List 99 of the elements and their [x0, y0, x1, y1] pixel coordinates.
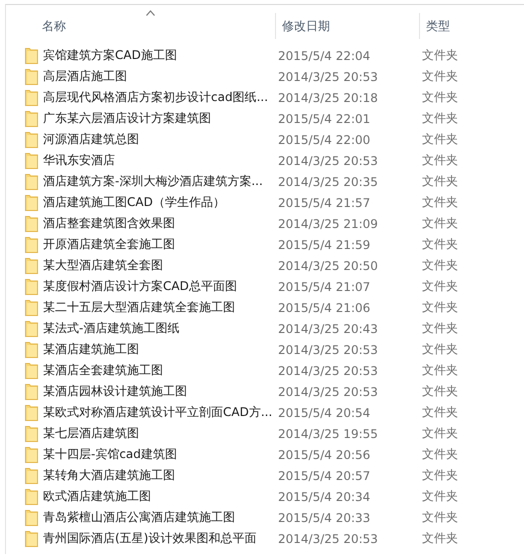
file-name[interactable]: 青岛紫檀山酒店公寓酒店建筑施工图 [43, 509, 278, 526]
file-name[interactable]: 高层现代风格酒店方案初步设计cad图纸... [43, 89, 278, 106]
modified-date: 2015/5/4 21:59 [278, 238, 372, 252]
file-name[interactable]: 某七层酒店建筑图 [43, 425, 278, 442]
folder-icon [25, 257, 38, 274]
modified-date: 2015/5/4 22:00 [278, 132, 372, 146]
modified-date: 2014/3/25 20:53 [278, 342, 379, 356]
file-name[interactable]: 某转角大酒店建筑施工图 [43, 467, 278, 484]
file-type: 文件夹 [422, 110, 458, 127]
modified-date: 2014/3/25 19:55 [278, 426, 379, 440]
file-type: 文件夹 [422, 215, 458, 232]
folder-icon [25, 404, 38, 421]
file-type: 文件夹 [422, 257, 458, 274]
modified-date: 2014/3/25 20:18 [278, 90, 379, 104]
file-name[interactable]: 某二十五层大型酒店建筑全套施工图 [43, 299, 278, 316]
folder-icon [25, 215, 38, 232]
folder-icon [25, 467, 38, 484]
file-type: 文件夹 [422, 383, 458, 400]
file-type: 文件夹 [422, 467, 458, 484]
folder-icon [25, 68, 38, 85]
file-type: 文件夹 [422, 362, 458, 379]
modified-date: 2014/3/25 20:35 [278, 174, 379, 188]
file-type: 文件夹 [422, 173, 458, 190]
file-type: 文件夹 [422, 425, 458, 442]
modified-date: 2015/5/4 21:07 [278, 280, 372, 294]
modified-date: 2014/3/25 20:53 [278, 532, 379, 546]
file-name[interactable]: 青州国际酒店(五星)设计效果图和总平面 [43, 530, 278, 547]
file-name[interactable]: 欧式酒店建筑施工图 [43, 488, 278, 505]
file-name[interactable]: 某度假村酒店设计方案CAD总平面图 [43, 278, 278, 295]
file-type: 文件夹 [422, 488, 458, 505]
folder-icon [25, 299, 38, 316]
file-name[interactable]: 某酒店园林设计建筑施工图 [43, 383, 278, 400]
file-type: 文件夹 [422, 194, 458, 211]
folder-icon [25, 131, 38, 148]
file-name[interactable]: 酒店建筑施工图CAD（学生作品） [43, 194, 278, 211]
folder-icon [25, 425, 38, 442]
file-type: 文件夹 [422, 341, 458, 358]
modified-date: 2014/3/25 20:43 [278, 322, 379, 336]
file-type: 文件夹 [422, 446, 458, 463]
folder-icon [25, 152, 38, 169]
modified-date: 2014/3/25 20:53 [278, 384, 379, 398]
column-header[interactable]: 名称 [42, 18, 66, 34]
folder-icon [25, 47, 38, 64]
folder-icon [25, 488, 38, 505]
modified-date: 2015/5/4 22:04 [278, 48, 372, 62]
folder-icon [25, 509, 38, 526]
modified-date: 2015/5/4 21:57 [278, 196, 372, 210]
modified-date: 2014/3/25 20:50 [278, 258, 379, 272]
modified-date: 2014/3/25 20:53 [278, 70, 379, 84]
file-type: 文件夹 [422, 89, 458, 106]
modified-date: 2014/3/25 21:09 [278, 216, 379, 230]
modified-date: 2015/5/4 20:57 [278, 468, 372, 482]
file-name[interactable]: 酒店建筑方案-深圳大梅沙酒店建筑方案... [43, 173, 278, 190]
folder-icon [25, 236, 38, 253]
folder-icon [25, 383, 38, 400]
file-type: 文件夹 [422, 404, 458, 421]
modified-date: 2015/5/4 22:01 [278, 112, 372, 126]
file-name[interactable]: 华讯东安酒店 [43, 152, 278, 169]
folder-icon [25, 278, 38, 295]
folder-icon [25, 89, 38, 106]
modified-date: 2014/3/25 20:53 [278, 154, 379, 168]
file-type: 文件夹 [422, 68, 458, 85]
file-name[interactable]: 某酒店全套建筑施工图 [43, 362, 278, 379]
file-type: 文件夹 [422, 299, 458, 316]
folder-icon [25, 446, 38, 463]
file-type: 文件夹 [422, 152, 458, 169]
file-name[interactable]: 开原酒店建筑全套施工图 [43, 236, 278, 253]
modified-date: 2015/5/4 20:54 [278, 406, 372, 420]
file-name[interactable]: 宾馆建筑方案CAD施工图 [43, 47, 278, 64]
folder-icon [25, 362, 38, 379]
modified-date: 2015/5/4 20:34 [278, 490, 372, 504]
file-name[interactable]: 某大型酒店建筑全套图 [43, 257, 278, 274]
file-type: 文件夹 [422, 530, 458, 547]
folder-icon [25, 341, 38, 358]
file-name[interactable]: 高层酒店施工图 [43, 68, 278, 85]
file-name[interactable]: 酒店整套建筑图含效果图 [43, 215, 278, 232]
file-type: 文件夹 [422, 131, 458, 148]
file-name[interactable]: 广东某六层酒店设计方案建筑图 [43, 110, 278, 127]
folder-icon [25, 194, 38, 211]
file-name[interactable]: 某欧式对称酒店建筑设计平立剖面CAD方... [43, 404, 278, 421]
modified-date: 2015/5/4 20:56 [278, 448, 372, 462]
file-name[interactable]: 某十四层-宾馆cad建筑图 [43, 446, 278, 463]
file-name[interactable]: 某酒店建筑施工图 [43, 341, 278, 358]
modified-date: 2015/5/4 20:33 [278, 510, 372, 524]
column-header[interactable]: 修改日期 [282, 18, 330, 34]
folder-icon [25, 173, 38, 190]
column-header[interactable]: 类型 [426, 18, 450, 34]
file-type: 文件夹 [422, 47, 458, 64]
file-type: 文件夹 [422, 278, 458, 295]
folder-icon [25, 110, 38, 127]
file-type: 文件夹 [422, 509, 458, 526]
folder-icon [25, 530, 38, 547]
modified-date: 2014/3/25 20:53 [278, 364, 379, 378]
file-name[interactable]: 河源酒店建筑总图 [43, 131, 278, 148]
file-type: 文件夹 [422, 320, 458, 337]
folder-icon [25, 320, 38, 337]
modified-date: 2015/5/4 21:06 [278, 300, 372, 314]
file-name[interactable]: 某法式-酒店建筑施工图纸 [43, 320, 278, 337]
file-type: 文件夹 [422, 236, 458, 253]
